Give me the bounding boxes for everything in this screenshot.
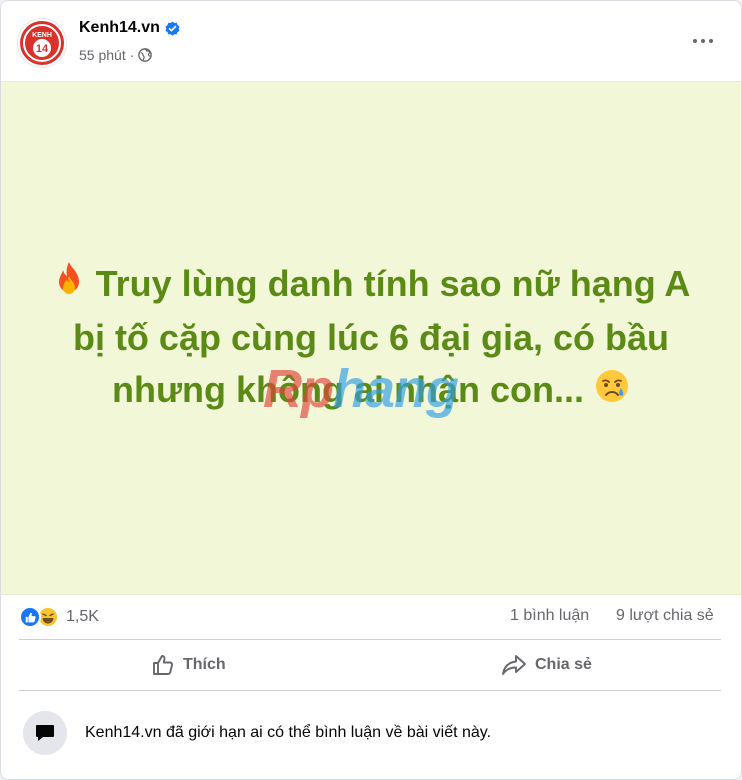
dot-icon: [701, 39, 705, 43]
post-text: Truy lùng danh tính sao nữ hạng A bị tố …: [26, 258, 716, 419]
shares-count-link[interactable]: 9 lượt chia sẻ: [616, 607, 714, 625]
post-text-line-2: bị tố cặp cùng lúc 6 đại gia, có bầu: [72, 317, 670, 358]
dot-icon: [709, 39, 713, 43]
verified-badge-icon: [165, 20, 180, 36]
like-reaction-icon: [19, 606, 41, 628]
page-name-row: Kenh14.vn: [79, 19, 180, 37]
avatar[interactable]: KENH 14: [17, 18, 67, 68]
post-text-line-3: nhưng không ai nhận con...: [111, 369, 585, 410]
comments-count-link[interactable]: 1 bình luận: [510, 607, 589, 625]
fire-emoji-icon: [52, 260, 86, 312]
share-label: Chia sẻ: [535, 656, 592, 673]
reaction-summary[interactable]: 1,5K: [19, 606, 99, 628]
comment-restriction-notice: Kenh14.vn đã giới hạn ai có thể bình luậ…: [1, 691, 741, 779]
page-name-link[interactable]: Kenh14.vn: [79, 19, 160, 37]
svg-text:KENH: KENH: [32, 32, 52, 39]
kenh14-logo: KENH 14: [20, 21, 64, 65]
meta-separator: ·: [129, 47, 135, 63]
comment-bubble-icon: [23, 711, 67, 755]
thumbs-up-icon: [153, 655, 174, 675]
share-arrow-icon: [502, 655, 526, 675]
post-content[interactable]: Truy lùng danh tính sao nữ hạng A bị tố …: [1, 81, 741, 595]
globe-icon[interactable]: [138, 48, 153, 62]
like-label: Thích: [183, 656, 226, 673]
timestamp-link[interactable]: 55 phút: [79, 47, 126, 63]
post-meta: 55 phút ·: [79, 47, 153, 63]
reaction-count: 1,5K: [66, 608, 99, 625]
share-button[interactable]: Chia sẻ: [501, 644, 592, 686]
post-header: KENH 14 Kenh14.vn 55 phút ·: [1, 1, 741, 81]
svg-text:14: 14: [36, 43, 49, 55]
post-text-line-1: Truy lùng danh tính sao nữ hạng A: [95, 262, 691, 304]
restriction-text: Kenh14.vn đã giới hạn ai có thể bình luậ…: [85, 724, 492, 741]
dot-icon: [693, 39, 697, 43]
post-card: KENH 14 Kenh14.vn 55 phút · Truy lùng da…: [0, 0, 742, 780]
action-bar: Thích Chia sẻ: [1, 640, 741, 690]
more-options-button[interactable]: [685, 25, 721, 57]
like-button[interactable]: Thích: [151, 644, 226, 686]
crying-face-emoji-icon: [594, 366, 630, 418]
reaction-stats: 1,5K 1 bình luận 9 lượt chia sẻ: [1, 595, 741, 639]
